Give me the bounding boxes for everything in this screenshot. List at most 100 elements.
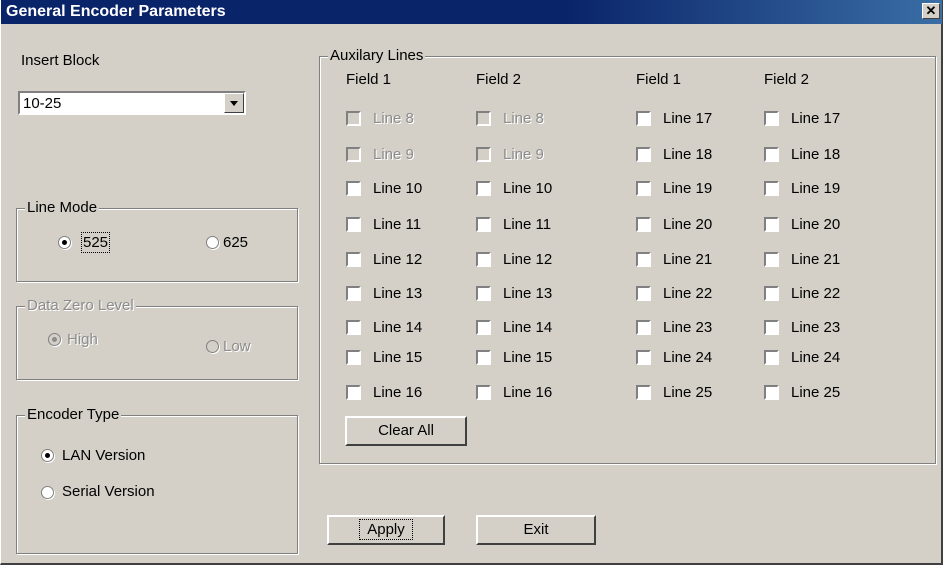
- field-header: Field 2: [764, 71, 810, 88]
- radio-625-label[interactable]: 625: [223, 234, 248, 251]
- line-checkbox[interactable]: [476, 385, 491, 400]
- line-checkbox[interactable]: [476, 252, 491, 267]
- field-header: Field 1: [346, 71, 392, 88]
- radio-serial-version[interactable]: [41, 486, 54, 499]
- line-checkbox[interactable]: [346, 286, 361, 301]
- line-checkbox[interactable]: [476, 111, 491, 126]
- line-checkbox[interactable]: [476, 217, 491, 232]
- radio-serial-version-label[interactable]: Serial Version: [62, 483, 155, 500]
- line-checkbox[interactable]: [346, 181, 361, 196]
- apply-button-label: Apply: [359, 519, 413, 540]
- line-checkbox-label[interactable]: Line 16: [503, 384, 552, 401]
- line-checkbox[interactable]: [764, 147, 779, 162]
- radio-low[interactable]: [206, 340, 219, 353]
- line-checkbox-label[interactable]: Line 11: [503, 216, 551, 233]
- line-checkbox[interactable]: [764, 286, 779, 301]
- line-checkbox[interactable]: [476, 147, 491, 162]
- title-bar[interactable]: General Encoder Parameters ✕: [1, 0, 942, 24]
- line-checkbox-label[interactable]: Line 13: [373, 285, 422, 302]
- line-checkbox[interactable]: [346, 350, 361, 365]
- line-checkbox-label[interactable]: Line 10: [503, 180, 552, 197]
- line-checkbox[interactable]: [764, 350, 779, 365]
- encoder-type-group: Encoder Type: [16, 406, 298, 554]
- exit-button[interactable]: Exit: [476, 515, 596, 545]
- insert-block-dropdown[interactable]: 10-25: [18, 91, 246, 115]
- line-checkbox-label[interactable]: Line 9: [373, 146, 414, 163]
- line-checkbox-label[interactable]: Line 9: [503, 146, 544, 163]
- line-checkbox[interactable]: [764, 217, 779, 232]
- line-checkbox-label[interactable]: Line 15: [503, 349, 552, 366]
- line-checkbox-label[interactable]: Line 13: [503, 285, 552, 302]
- line-checkbox[interactable]: [476, 181, 491, 196]
- radio-high[interactable]: [48, 333, 61, 346]
- line-checkbox-label[interactable]: Line 24: [791, 349, 840, 366]
- line-checkbox[interactable]: [764, 111, 779, 126]
- line-checkbox-label[interactable]: Line 23: [663, 319, 712, 336]
- line-checkbox[interactable]: [636, 217, 651, 232]
- line-checkbox-label[interactable]: Line 23: [791, 319, 840, 336]
- apply-button[interactable]: Apply: [327, 515, 445, 545]
- radio-selected-dot: [62, 240, 67, 245]
- line-checkbox[interactable]: [636, 385, 651, 400]
- radio-selected-dot: [45, 453, 50, 458]
- line-checkbox[interactable]: [764, 320, 779, 335]
- line-checkbox[interactable]: [346, 385, 361, 400]
- line-checkbox-label[interactable]: Line 12: [373, 251, 422, 268]
- chevron-down-icon[interactable]: [224, 93, 244, 113]
- radio-lan-version-label[interactable]: LAN Version: [62, 447, 145, 464]
- line-checkbox[interactable]: [636, 252, 651, 267]
- line-checkbox[interactable]: [636, 111, 651, 126]
- line-checkbox-label[interactable]: Line 21: [663, 251, 712, 268]
- line-checkbox[interactable]: [636, 147, 651, 162]
- line-checkbox-label[interactable]: Line 17: [663, 110, 712, 127]
- line-checkbox[interactable]: [636, 181, 651, 196]
- line-checkbox[interactable]: [764, 252, 779, 267]
- line-checkbox[interactable]: [346, 217, 361, 232]
- line-checkbox[interactable]: [636, 350, 651, 365]
- line-checkbox[interactable]: [476, 286, 491, 301]
- line-checkbox[interactable]: [476, 320, 491, 335]
- encoder-type-legend: Encoder Type: [25, 406, 122, 423]
- line-checkbox-label[interactable]: Line 17: [791, 110, 840, 127]
- line-checkbox-label[interactable]: Line 19: [663, 180, 712, 197]
- line-checkbox[interactable]: [764, 385, 779, 400]
- radio-525-label[interactable]: 525: [80, 232, 111, 253]
- line-checkbox-label[interactable]: Line 16: [373, 384, 422, 401]
- line-checkbox-label[interactable]: Line 12: [503, 251, 552, 268]
- line-checkbox-label[interactable]: Line 25: [791, 384, 840, 401]
- line-checkbox[interactable]: [636, 320, 651, 335]
- line-checkbox[interactable]: [764, 181, 779, 196]
- line-checkbox-label[interactable]: Line 15: [373, 349, 422, 366]
- line-checkbox[interactable]: [346, 320, 361, 335]
- line-checkbox-label[interactable]: Line 21: [791, 251, 840, 268]
- line-checkbox-label[interactable]: Line 20: [791, 216, 840, 233]
- radio-low-label[interactable]: Low: [223, 338, 251, 355]
- line-checkbox-label[interactable]: Line 8: [373, 110, 414, 127]
- line-checkbox-label[interactable]: Line 18: [663, 146, 712, 163]
- line-checkbox-label[interactable]: Line 24: [663, 349, 712, 366]
- line-checkbox[interactable]: [346, 147, 361, 162]
- radio-selected-dot: [52, 337, 57, 342]
- clear-all-button[interactable]: Clear All: [345, 416, 467, 446]
- line-checkbox-label[interactable]: Line 25: [663, 384, 712, 401]
- line-checkbox-label[interactable]: Line 22: [663, 285, 712, 302]
- line-checkbox-label[interactable]: Line 8: [503, 110, 544, 127]
- line-mode-legend: Line Mode: [25, 199, 100, 216]
- line-checkbox-label[interactable]: Line 20: [663, 216, 712, 233]
- line-checkbox-label[interactable]: Line 10: [373, 180, 422, 197]
- line-checkbox-label[interactable]: Line 14: [503, 319, 552, 336]
- line-checkbox[interactable]: [346, 252, 361, 267]
- close-button[interactable]: ✕: [922, 3, 940, 19]
- line-checkbox-label[interactable]: Line 19: [791, 180, 840, 197]
- radio-lan-version[interactable]: [41, 449, 54, 462]
- radio-625[interactable]: [206, 236, 219, 249]
- line-checkbox-label[interactable]: Line 22: [791, 285, 840, 302]
- line-checkbox-label[interactable]: Line 11: [373, 216, 421, 233]
- line-checkbox-label[interactable]: Line 18: [791, 146, 840, 163]
- radio-525[interactable]: [58, 236, 71, 249]
- line-checkbox-label[interactable]: Line 14: [373, 319, 422, 336]
- line-checkbox[interactable]: [636, 286, 651, 301]
- radio-high-label[interactable]: High: [67, 331, 98, 348]
- line-checkbox[interactable]: [476, 350, 491, 365]
- line-checkbox[interactable]: [346, 111, 361, 126]
